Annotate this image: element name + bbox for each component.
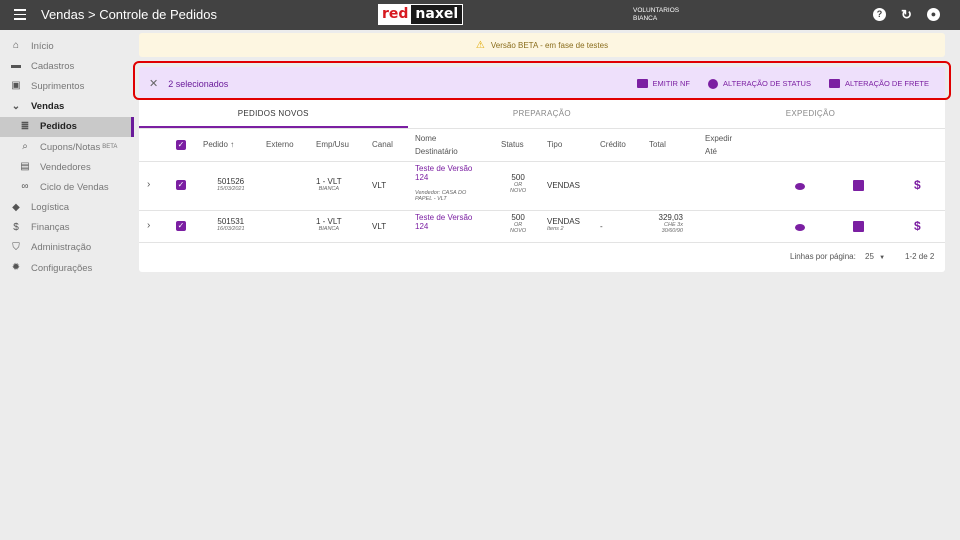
help-icon[interactable]: ?: [873, 8, 886, 21]
dollar-icon[interactable]: $: [914, 178, 921, 192]
sidebar-item-logistica[interactable]: ◆ Logística: [0, 198, 134, 218]
sidebar-item-financas[interactable]: $ Finanças: [0, 218, 134, 238]
receipt-search-icon: ⌕: [22, 141, 28, 153]
pdf-icon[interactable]: [853, 221, 864, 232]
col-credito[interactable]: Crédito: [600, 138, 626, 151]
divider: [139, 161, 945, 162]
beta-banner: ⚠ Versão BETA - em fase de testes: [139, 33, 945, 57]
warning-icon: ⚠: [475, 39, 485, 51]
tab-bar: PEDIDOS NOVOS PREPARAÇÃO EXPEDIÇÃO: [139, 100, 945, 129]
sidebar-item-vendas[interactable]: ⌄ Vendas: [0, 97, 134, 117]
sidebar-item-suprimentos[interactable]: ▣ Suprimentos: [0, 76, 134, 96]
expand-row-icon[interactable]: ›: [147, 220, 150, 231]
app-header: Vendas > Controle de Pedidos red naxel V…: [0, 0, 960, 30]
col-total[interactable]: Total: [649, 138, 666, 151]
sidebar-item-cadastros[interactable]: ▬ Cadastros: [0, 56, 134, 76]
gear-icon: ✹: [11, 262, 21, 274]
pdf-icon[interactable]: [853, 180, 864, 191]
sidebar-item-inicio[interactable]: ⌂ Início: [0, 36, 134, 56]
order-link[interactable]: Teste de Versão: [415, 164, 472, 173]
sidebar: ⌂ Início ▬ Cadastros ▣ Suprimentos ⌄ Vendas …: [0, 36, 134, 278]
col-pedido[interactable]: Pedido ↑: [203, 138, 234, 151]
sidebar-item-configuracoes[interactable]: ✹ Configurações: [0, 258, 134, 278]
sidebar-item-cupons-notas[interactable]: ⌕ Cupons/Notas BETA: [0, 137, 134, 157]
user-info: VOLUNTARIOS BIANCA: [633, 7, 680, 22]
col-emp-usu[interactable]: Emp/Usu: [316, 138, 349, 151]
diamond-icon: ◆: [12, 201, 20, 213]
select-all-checkbox[interactable]: ✓: [176, 140, 186, 150]
chevron-down-icon: ⌄: [11, 100, 21, 112]
infinity-icon: ∞: [21, 181, 29, 193]
box-icon: ▣: [11, 80, 21, 92]
col-expedir-ate[interactable]: Expedir Até: [705, 132, 732, 158]
sidebar-item-pedidos[interactable]: ≣ Pedidos: [0, 116, 134, 138]
account-icon[interactable]: ●: [927, 8, 940, 21]
pagination-range: 1-2 de 2: [905, 252, 935, 261]
order-link[interactable]: Teste de Versão: [415, 213, 472, 222]
rows-per-page-label: Linhas por página:: [790, 252, 856, 261]
view-icon[interactable]: [795, 224, 805, 231]
expand-row-icon[interactable]: ›: [147, 179, 150, 190]
page-title: Vendas > Controle de Pedidos: [41, 7, 217, 22]
tab-pedidos-novos[interactable]: PEDIDOS NOVOS: [139, 100, 408, 128]
menu-icon[interactable]: [14, 9, 26, 20]
home-icon: ⌂: [12, 40, 20, 52]
sidebar-item-vendedores[interactable]: ▤ Vendedores: [0, 157, 134, 177]
dollar-circle-icon: $: [13, 221, 19, 233]
sidebar-item-administracao[interactable]: ⛉ Administração: [0, 238, 134, 258]
id-card-icon: ▤: [20, 161, 30, 173]
row-checkbox[interactable]: ✓: [176, 221, 186, 231]
col-tipo[interactable]: Tipo: [547, 138, 562, 151]
rednaxel-logo: red naxel: [378, 4, 464, 25]
divider: [139, 210, 945, 211]
tab-expedicao[interactable]: EXPEDIÇÃO: [676, 100, 945, 128]
col-nome[interactable]: Nome Destinatário: [415, 132, 458, 158]
orders-card: PEDIDOS NOVOS PREPARAÇÃO EXPEDIÇÃO ✓ Ped…: [139, 100, 945, 272]
selection-highlight: [133, 61, 951, 100]
refresh-icon[interactable]: ↻: [900, 8, 913, 21]
sidebar-item-ciclo-de-vendas[interactable]: ∞ Ciclo de Vendas: [0, 177, 134, 197]
view-icon[interactable]: [795, 183, 805, 190]
tab-preparacao[interactable]: PREPARAÇÃO: [408, 100, 677, 128]
dollar-icon[interactable]: $: [914, 219, 921, 233]
caret-down-icon: ▼: [879, 255, 886, 261]
divider: [139, 242, 945, 243]
beta-badge: BETA: [102, 144, 118, 151]
shield-icon: ⛉: [12, 241, 20, 253]
folder-icon: ▬: [11, 60, 21, 72]
rows-per-page-select[interactable]: 25 ▼: [865, 252, 885, 261]
col-canal[interactable]: Canal: [372, 138, 393, 151]
list-icon: ≣: [20, 120, 30, 132]
col-status[interactable]: Status: [501, 138, 524, 151]
row-checkbox[interactable]: ✓: [176, 180, 186, 190]
col-externo[interactable]: Externo: [266, 138, 294, 151]
